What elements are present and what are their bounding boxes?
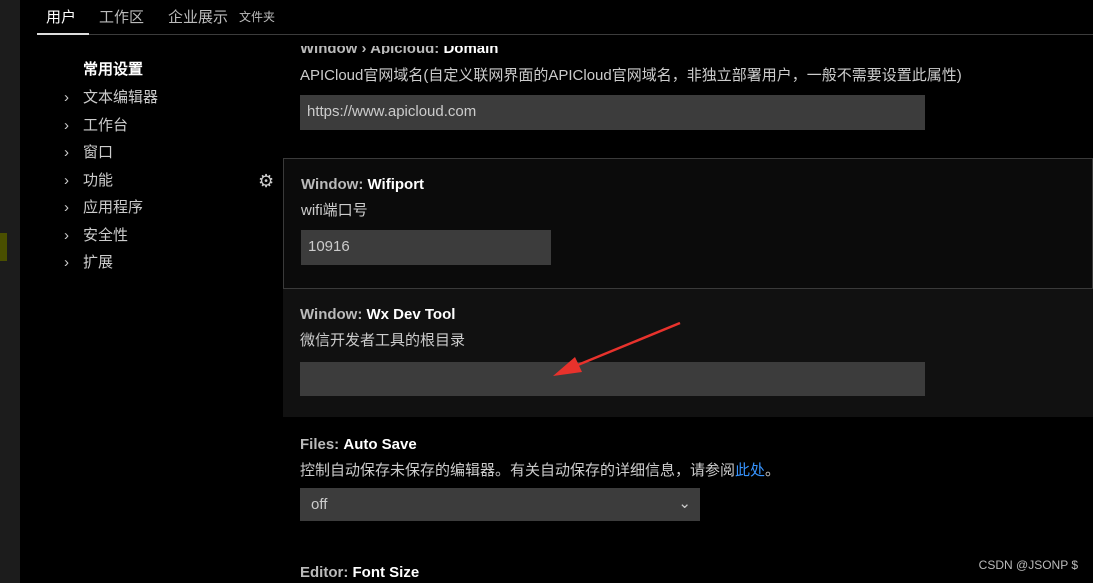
watermark: CSDN @JSONP $ bbox=[978, 558, 1078, 572]
red-arrow-annotation bbox=[553, 321, 681, 376]
